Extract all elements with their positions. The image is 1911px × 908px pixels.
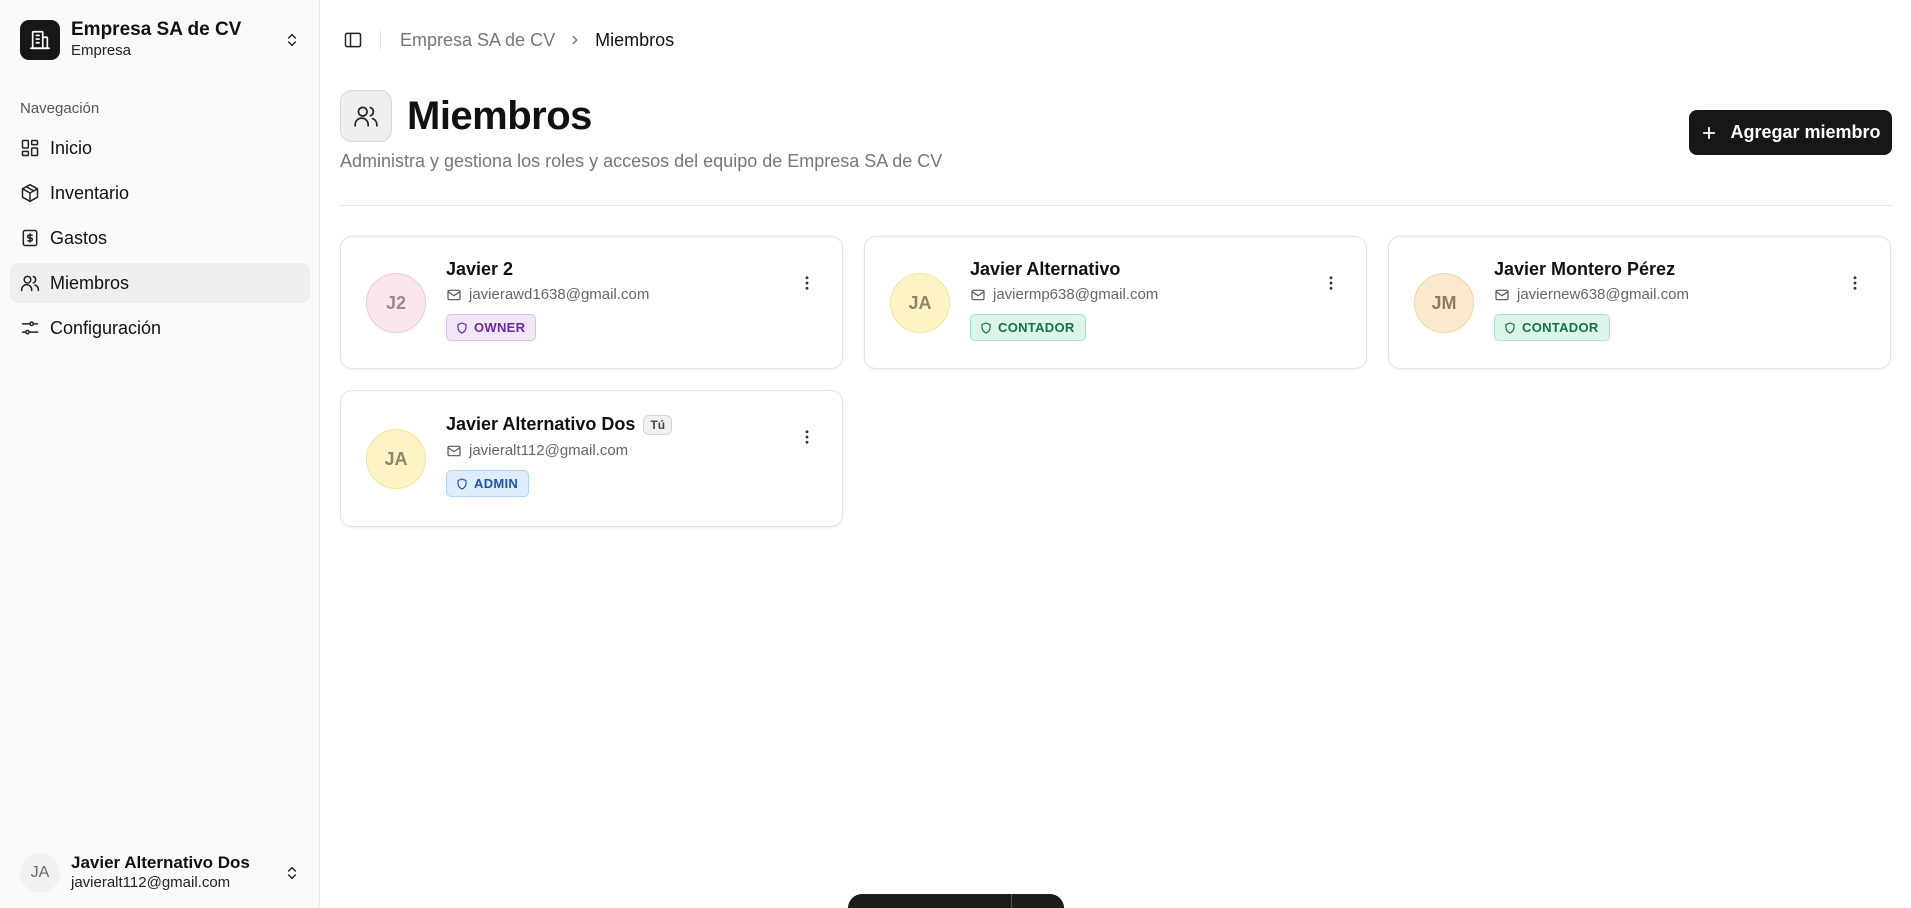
floating-toolbar[interactable] [848, 894, 1064, 908]
mail-icon [1495, 289, 1509, 300]
sidebar-item-gastos[interactable]: Gastos [10, 218, 310, 258]
user-name: Javier Alternativo Dos [71, 853, 250, 872]
member-card: JA Javier Alternativo Dos Tú javieralt11… [340, 390, 843, 527]
add-member-label: Agregar miembro [1730, 122, 1881, 142]
chevrons-up-down-icon [282, 863, 302, 883]
role-badge: CONTADOR [970, 314, 1086, 341]
divider [340, 205, 1892, 206]
role-badge: ADMIN [446, 470, 530, 497]
sliders-icon [21, 321, 39, 335]
building-icon [20, 20, 60, 60]
self-badge: Tú [643, 414, 673, 435]
chevron-right-icon [568, 33, 582, 47]
users-icon [340, 90, 392, 142]
panel-left-icon [344, 32, 362, 48]
member-card: JM Javier Montero Pérez javiernew638@gma… [1388, 236, 1891, 369]
org-switcher[interactable]: Empresa SA de CV Empresa [20, 19, 302, 60]
more-vertical-icon [1853, 276, 1857, 290]
member-email: javierawd1638@gmail.com [446, 286, 649, 303]
more-options-button[interactable] [795, 425, 819, 449]
role-badge: CONTADOR [1494, 314, 1610, 341]
mail-icon [971, 289, 985, 300]
member-card: JA Javier Alternativo javiermp638@gmail.… [864, 236, 1367, 369]
sidebar-item-miembros[interactable]: Miembros [10, 263, 310, 303]
member-email: javiernew638@gmail.com [1494, 286, 1689, 303]
more-vertical-icon [805, 276, 809, 290]
more-vertical-icon [805, 430, 809, 444]
sidebar: Empresa SA de CV Empresa Navegación Inic… [0, 0, 320, 908]
users-icon [20, 275, 40, 292]
member-name: Javier 2 [446, 259, 514, 279]
sidebar-item-label: Miembros [50, 272, 130, 293]
breadcrumb-bar: Empresa SA de CV Miembros [340, 26, 674, 54]
member-email: javieralt112@gmail.com [446, 442, 628, 459]
sidebar-item-label: Configuración [50, 317, 162, 338]
nav-section-title: Navegación [20, 100, 100, 117]
avatar: JA [20, 853, 60, 893]
avatar: JA [890, 273, 950, 333]
more-options-button[interactable] [1843, 271, 1867, 295]
avatar: JM [1414, 273, 1474, 333]
org-type: Empresa [71, 42, 132, 59]
shield-icon [457, 321, 467, 334]
plus-icon [1703, 126, 1716, 139]
org-name: Empresa SA de CV [71, 19, 242, 40]
user-menu[interactable]: JA Javier Alternativo Dos javieralt112@g… [20, 853, 302, 893]
sidebar-item-label: Gastos [50, 227, 108, 248]
sidebar-item-inicio[interactable]: Inicio [10, 128, 310, 168]
page-description: Administra y gestiona los roles y acceso… [340, 151, 943, 171]
member-name: Javier Alternativo [970, 259, 1121, 279]
shield-icon [981, 321, 991, 334]
member-name: Javier Montero Pérez [1494, 259, 1676, 279]
page-title: Miembros [407, 94, 592, 138]
breadcrumb-parent[interactable]: Empresa SA de CV [400, 30, 555, 51]
divider [1011, 894, 1012, 908]
sidebar-item-label: Inicio [50, 137, 93, 158]
receipt-dollar-icon [22, 229, 38, 247]
more-vertical-icon [1329, 276, 1333, 290]
avatar: J2 [366, 273, 426, 333]
sidebar-toggle-button[interactable] [340, 27, 366, 53]
shield-icon [457, 477, 467, 490]
chevrons-up-down-icon [282, 30, 302, 50]
dashboard-icon [21, 139, 39, 157]
user-email: javieralt112@gmail.com [71, 874, 231, 891]
add-member-button[interactable]: Agregar miembro [1689, 110, 1892, 155]
shield-icon [1505, 321, 1515, 334]
sidebar-item-label: Inventario [50, 182, 130, 203]
mail-icon [447, 289, 461, 300]
avatar: JA [366, 429, 426, 489]
member-name: Javier Alternativo Dos Tú [446, 414, 673, 435]
role-badge: OWNER [446, 314, 537, 341]
member-email: javiermp638@gmail.com [970, 286, 1158, 303]
breadcrumb-current: Miembros [595, 29, 675, 50]
more-options-button[interactable] [795, 271, 819, 295]
sidebar-item-configuracion[interactable]: Configuración [10, 308, 310, 348]
package-icon [21, 183, 39, 203]
sidebar-item-inventario[interactable]: Inventario [10, 173, 310, 213]
divider [380, 30, 381, 50]
more-options-button[interactable] [1319, 271, 1343, 295]
mail-icon [447, 445, 461, 456]
sidebar-nav: Inicio Inventario Gastos Miembros Config… [10, 128, 310, 353]
member-card: J2 Javier 2 javierawd1638@gmail.com OWNE… [340, 236, 843, 369]
